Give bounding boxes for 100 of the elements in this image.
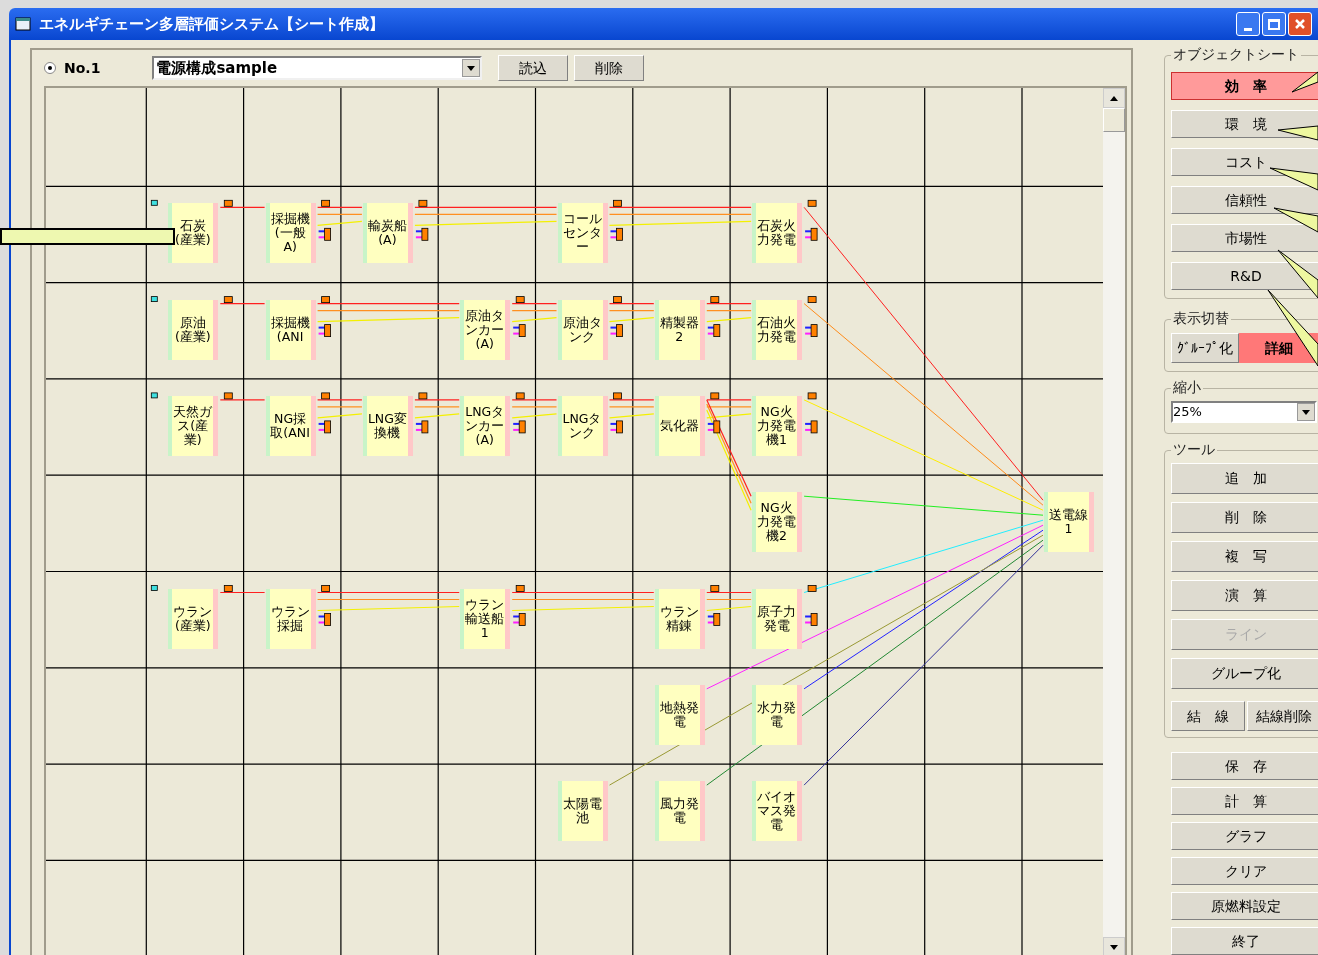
process-node[interactable]: 太陽電池	[557, 781, 608, 842]
process-node[interactable]: 原子力発電	[752, 588, 803, 649]
toolbar-button[interactable]: 読込	[498, 55, 569, 81]
radio-label: No.1	[64, 58, 101, 78]
port-icon	[513, 324, 526, 337]
process-node[interactable]: NG採取(ANI	[265, 395, 316, 456]
connector-line	[317, 213, 363, 215]
dropdown-button[interactable]	[462, 59, 481, 77]
sheet-button[interactable]: 削 除	[1171, 502, 1318, 533]
port-icon	[150, 199, 158, 206]
close-button[interactable]	[1288, 12, 1312, 36]
connector-line	[608, 317, 655, 323]
sheet-button[interactable]: 追 加	[1171, 463, 1318, 494]
process-node[interactable]: ウラン輸送船1	[460, 588, 511, 649]
process-node[interactable]: 石油火力発電	[752, 299, 803, 360]
process-node[interactable]: 送電線1	[1044, 492, 1094, 553]
group-title: 縮小	[1171, 378, 1203, 396]
dropdown-button[interactable]	[1297, 403, 1315, 421]
process-node[interactable]: NG火力発電機2	[752, 492, 803, 553]
process-node[interactable]: LNGタンク	[557, 395, 608, 456]
process-node[interactable]: 採掘機(一般A)	[265, 203, 316, 264]
port-icon	[805, 324, 818, 337]
process-node[interactable]: 天然ガス(産業)	[168, 395, 219, 456]
process-node[interactable]: LNG変換機	[362, 395, 413, 456]
connector-line	[511, 406, 558, 408]
sheet-button[interactable]: 複 写	[1171, 541, 1318, 572]
sheet-button[interactable]: 信頼性	[1171, 186, 1318, 214]
sheet-button[interactable]: グループ化	[1171, 658, 1318, 689]
scroll-down-button[interactable]	[1103, 937, 1125, 955]
sheet-button[interactable]: 保 存	[1171, 752, 1318, 780]
process-node[interactable]: 採掘機(ANI	[265, 299, 316, 360]
port-icon	[150, 392, 158, 399]
sheet-button[interactable]: グラフ	[1171, 822, 1318, 850]
sheet-button[interactable]: コスト	[1171, 148, 1318, 176]
process-node[interactable]: NG火力発電機1	[752, 395, 803, 456]
caret-icon	[467, 65, 476, 71]
connector-line	[511, 399, 558, 401]
port-icon	[807, 199, 817, 207]
process-node[interactable]: 原油タンク	[557, 299, 608, 360]
port-icon	[807, 585, 817, 592]
sheet-button[interactable]: クリア	[1171, 857, 1318, 885]
port-icon	[710, 392, 720, 400]
process-node[interactable]: ウラン(産業)	[168, 588, 219, 649]
process-node[interactable]: 原油タンカー(A)	[460, 299, 511, 360]
port-icon	[150, 296, 158, 302]
zoom-select[interactable]: 25%	[1171, 401, 1317, 423]
sheet-button[interactable]: 終了	[1171, 927, 1318, 955]
process-node[interactable]: 精製器2	[654, 299, 705, 360]
sheet-combo[interactable]: 電源構成sample	[152, 56, 483, 80]
sheet-button[interactable]: 演 算	[1171, 580, 1318, 611]
port-icon	[318, 420, 331, 434]
process-node[interactable]: 風力発電	[654, 781, 705, 842]
radio-button[interactable]	[44, 62, 56, 74]
sheet-button[interactable]: 原燃料設定	[1171, 892, 1318, 920]
process-node[interactable]: 水力発電	[752, 684, 803, 745]
process-node[interactable]: コールセンター	[557, 203, 608, 264]
sheet-button[interactable]: 市場性	[1171, 224, 1318, 252]
link-tool-button[interactable]: 結線削除	[1247, 701, 1318, 731]
maximize-button[interactable]	[1262, 12, 1286, 36]
port-icon	[613, 392, 622, 400]
process-node[interactable]: LNGタンカー(A)	[460, 395, 511, 456]
scroll-thumb[interactable]	[1103, 108, 1125, 132]
up-arrow-icon	[1110, 95, 1118, 101]
scroll-up-button[interactable]	[1103, 88, 1125, 108]
minimize-button[interactable]	[1236, 12, 1260, 36]
sheet-button[interactable]: 環 境	[1171, 110, 1318, 138]
sheet-button[interactable]: 計 算	[1171, 787, 1318, 815]
port-icon	[321, 585, 330, 592]
connector-line	[219, 399, 266, 401]
port-icon	[710, 296, 720, 303]
toolbar-button[interactable]: 削除	[574, 55, 645, 81]
port-icon	[707, 613, 721, 626]
connector-line	[317, 413, 363, 419]
process-node[interactable]: 地熱発電	[654, 684, 705, 745]
sheet-button[interactable]: R&D	[1171, 262, 1318, 290]
vertical-scrollbar[interactable]	[1103, 88, 1125, 955]
port-icon	[321, 296, 330, 303]
process-node[interactable]: ウラン採掘	[265, 588, 316, 649]
port-icon	[807, 296, 817, 303]
port-icon	[321, 392, 330, 400]
process-node[interactable]: バイオマス発電	[752, 781, 803, 842]
connector-line	[608, 413, 655, 419]
toggle-button[interactable]: ｸﾞﾙｰﾌﾟ化	[1171, 333, 1239, 363]
port-icon	[223, 199, 233, 207]
sheet-radio[interactable]: No.1	[44, 57, 101, 79]
port-icon	[515, 296, 525, 303]
connector-line	[414, 413, 460, 419]
port-icon	[318, 227, 331, 241]
port-icon	[513, 420, 526, 434]
process-node[interactable]: 原油(産業)	[168, 299, 219, 360]
group-title: 表示切替	[1171, 309, 1231, 327]
connector-line	[706, 317, 752, 323]
process-node[interactable]: 石炭火力発電	[752, 203, 803, 264]
sheet-button[interactable]: 効 率	[1171, 72, 1318, 100]
process-node[interactable]: 石炭(産業)	[168, 203, 219, 264]
link-tool-button[interactable]: 結 線	[1171, 701, 1245, 731]
port-icon	[223, 296, 233, 303]
process-node[interactable]: 輸炭船(A)	[362, 203, 413, 264]
process-node[interactable]: ウラン精錬	[654, 588, 705, 649]
process-node[interactable]: 気化器	[654, 395, 705, 456]
